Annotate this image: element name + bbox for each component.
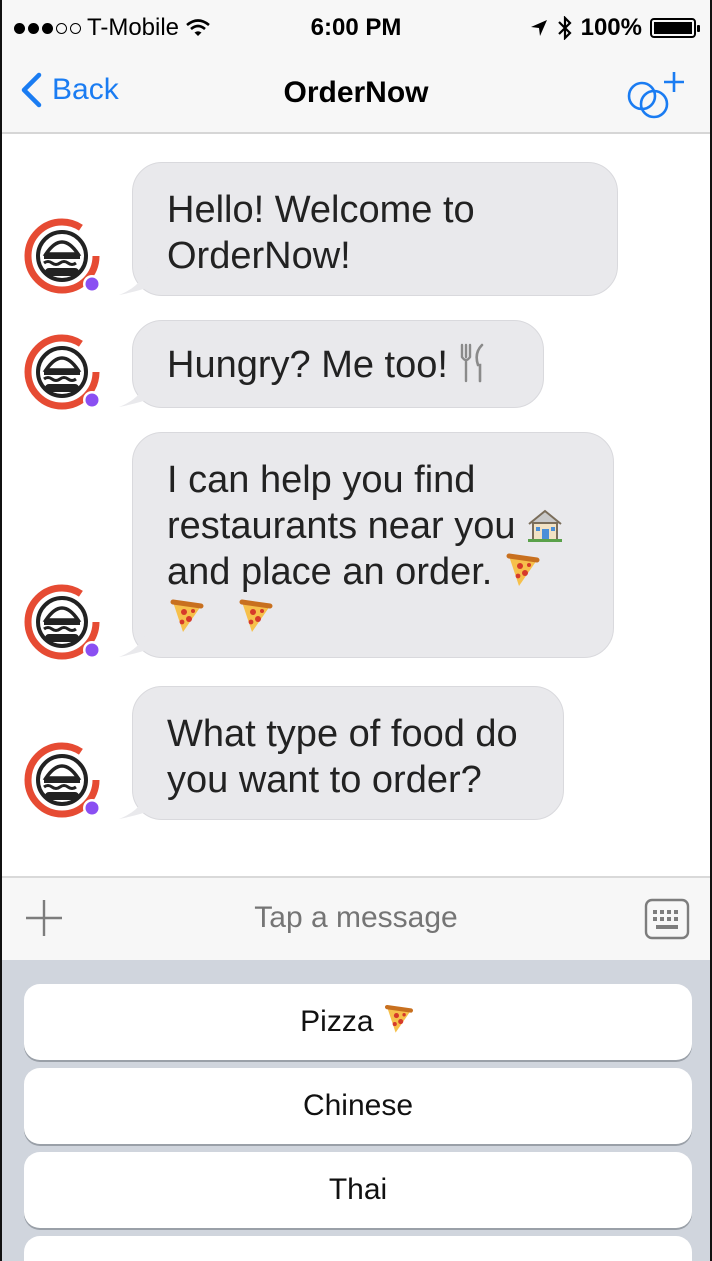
house-icon xyxy=(528,509,563,542)
message-bubble: I can help you find restaurants near you… xyxy=(132,432,614,658)
quick-reply-label: Chinese xyxy=(302,1089,414,1122)
pizza-slice-icon xyxy=(167,596,207,636)
status-right: 100% xyxy=(529,14,700,42)
message-text: and place an order. xyxy=(167,551,493,593)
message-text: I can help you find xyxy=(167,459,476,501)
pizza-slice-icon xyxy=(236,596,276,636)
message-text: Hello! Welcome to xyxy=(167,189,475,231)
bubble-tail xyxy=(119,261,149,295)
chat-thread: Hello! Welcome to OrderNow! Hungry? Me t… xyxy=(2,134,710,876)
message-bubble: Hello! Welcome to OrderNow! xyxy=(132,162,618,296)
message-text: you want to order? xyxy=(167,759,482,801)
quick-reply-label: Pizza xyxy=(300,1005,374,1038)
keyboard-icon[interactable] xyxy=(644,898,690,940)
quick-reply-thai[interactable]: Thai xyxy=(24,1152,692,1228)
bot-avatar[interactable] xyxy=(22,736,110,824)
phone-screen: T-Mobile 6:00 PM 100% Back OrderNow Hell… xyxy=(0,0,712,1261)
quick-reply-label: Thai xyxy=(328,1173,388,1206)
bot-avatar[interactable] xyxy=(22,328,110,416)
message-text: OrderNow! xyxy=(167,235,351,277)
message-text: What type of food do xyxy=(167,713,518,755)
bubble-tail xyxy=(119,785,149,819)
fork-knife-icon xyxy=(461,343,484,383)
list-item: Hungry? Me too! xyxy=(2,320,710,408)
quick-reply-more[interactable] xyxy=(24,1236,692,1261)
bubble-tail xyxy=(119,623,149,657)
message-input-bar xyxy=(2,876,710,962)
quick-reply-chinese[interactable]: Chinese xyxy=(24,1068,692,1144)
navigation-bar: Back OrderNow xyxy=(2,54,710,134)
quick-replies-panel: Pizza Chinese Thai xyxy=(2,960,710,1261)
message-text: restaurants near you xyxy=(167,505,516,547)
plus-icon[interactable] xyxy=(24,898,64,938)
bubble-tail xyxy=(119,373,149,407)
list-item: I can help you find restaurants near you… xyxy=(2,432,710,658)
bot-avatar[interactable] xyxy=(22,212,110,300)
quick-reply-pizza[interactable]: Pizza xyxy=(24,984,692,1060)
battery-percent: 100% xyxy=(580,14,642,41)
list-item: What type of food do you want to order? xyxy=(2,686,710,820)
bot-avatar[interactable] xyxy=(22,578,110,666)
pizza-slice-icon xyxy=(503,550,543,590)
message-input[interactable] xyxy=(92,900,620,936)
location-arrow-icon xyxy=(530,20,547,36)
page-title: OrderNow xyxy=(283,76,429,109)
battery-icon xyxy=(650,18,700,38)
status-bar: T-Mobile 6:00 PM 100% xyxy=(2,0,710,54)
message-text: Hungry? Me too! xyxy=(167,344,448,386)
list-item: Hello! Welcome to OrderNow! xyxy=(2,162,710,296)
group-add-icon[interactable] xyxy=(622,64,692,122)
bluetooth-icon xyxy=(557,16,572,40)
message-bubble: Hungry? Me too! xyxy=(132,320,544,408)
message-bubble: What type of food do you want to order? xyxy=(132,686,564,820)
pizza-slice-icon xyxy=(382,1002,416,1036)
